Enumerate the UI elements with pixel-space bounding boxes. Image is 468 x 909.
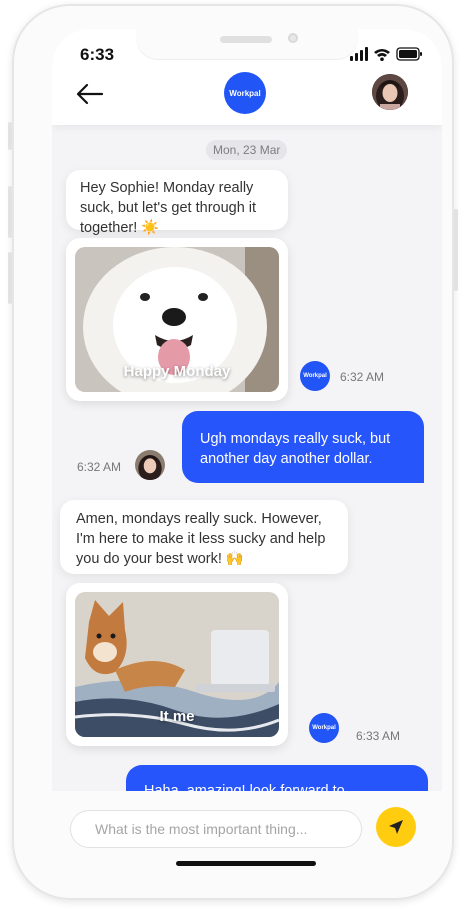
bot-avatar: Workpal [300, 361, 330, 391]
dog-photo: It me [75, 592, 279, 737]
brand-label: Workpal [229, 88, 261, 98]
message-composer [52, 791, 442, 879]
bot-image-message[interactable]: It me [66, 583, 288, 746]
chat-header: 6:33 Workpal [52, 29, 442, 125]
phone-side-button [8, 186, 12, 238]
wifi-icon [374, 49, 390, 61]
bot-message: Hey Sophie! Monday really suck, but let'… [66, 170, 288, 236]
speaker [220, 36, 272, 43]
user-message: Ugh mondays really suck, but another day… [182, 411, 424, 483]
battery-icon [396, 47, 422, 61]
profile-avatar[interactable] [372, 74, 408, 110]
phone-side-button [8, 252, 12, 304]
bot-avatar-label: Workpal [312, 725, 336, 731]
bot-avatar-label: Workpal [303, 373, 327, 379]
bot-avatar: Workpal [309, 713, 339, 743]
front-camera [288, 33, 298, 43]
message-time: 6:32 AM [77, 460, 122, 474]
message-time: 6:33 AM [356, 729, 401, 743]
back-arrow-icon[interactable] [76, 83, 104, 105]
signal-icon [350, 47, 368, 61]
phone-side-button [8, 122, 12, 150]
date-separator: Mon, 23 Mar [206, 140, 288, 160]
dog-photo: Happy Monday [75, 247, 279, 392]
phone-frame: 6:33 Workpal Mon, 23 Mar Hey Sophie! Mon… [8, 4, 458, 900]
notch [136, 29, 358, 60]
image-caption: It me [159, 708, 195, 725]
avatar-portrait [135, 450, 165, 480]
message-time: 6:32 AM [340, 370, 385, 384]
user-avatar [135, 450, 165, 480]
image-caption: Happy Monday [123, 363, 231, 380]
send-plane-icon [389, 820, 403, 834]
home-indicator [176, 861, 316, 866]
avatar-portrait [372, 74, 408, 110]
bot-image-message[interactable]: Happy Monday [66, 238, 288, 401]
bot-message: Amen, mondays really suck. However, I'm … [60, 500, 348, 574]
message-input[interactable] [70, 810, 362, 848]
app-screen: 6:33 Workpal Mon, 23 Mar Hey Sophie! Mon… [52, 29, 442, 879]
status-time: 6:33 [80, 45, 115, 64]
workpal-logo: Workpal [224, 72, 266, 114]
send-button[interactable] [376, 807, 416, 847]
status-icons [350, 47, 422, 61]
phone-side-button [454, 209, 458, 291]
